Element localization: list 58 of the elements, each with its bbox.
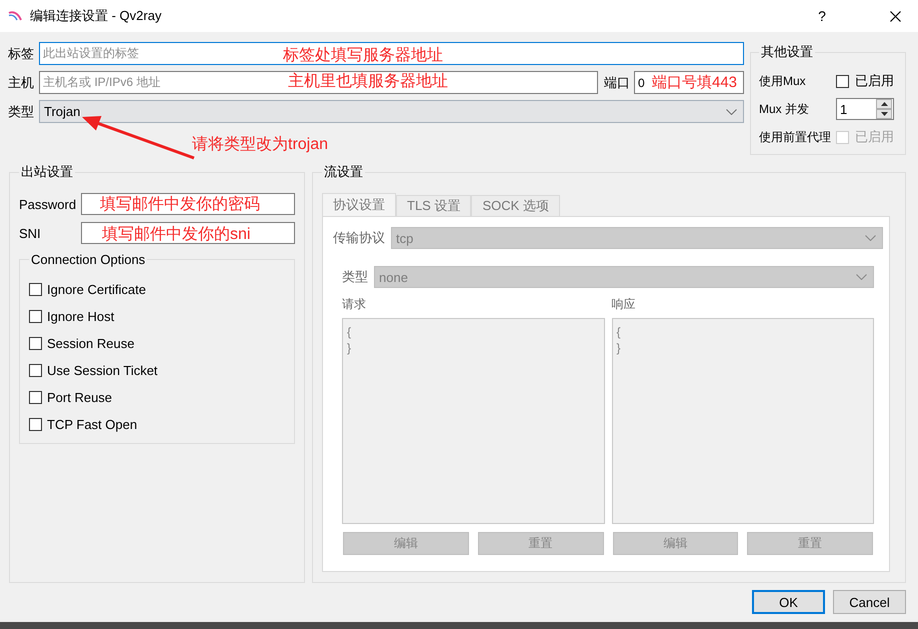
field-label: SNI	[19, 226, 42, 240]
spin-up-button[interactable]	[876, 99, 892, 109]
host-field[interactable]: 主机名或 IP/IPv6 地址 主机里也填服务器地址	[39, 71, 598, 94]
editor-label: 请求	[342, 296, 367, 312]
annotation-text: 请将类型改为trojan	[192, 136, 328, 154]
spin-down-button[interactable]	[876, 109, 892, 119]
checkbox[interactable]	[29, 337, 42, 350]
caret-up-icon	[880, 102, 888, 106]
option-label: Ignore Certificate	[47, 282, 146, 297]
checkbox[interactable]	[29, 283, 42, 296]
mux-concurrency-spinbox[interactable]: 1	[836, 98, 894, 120]
group-title: 其他设置	[760, 43, 814, 61]
checkbox[interactable]	[29, 310, 42, 323]
option-label: 已启用	[855, 72, 894, 90]
help-button[interactable]: ?	[799, 0, 845, 32]
field-label: Password	[19, 196, 78, 212]
transport-label: 传输协议	[333, 229, 385, 247]
option-label: TCP Fast Open	[47, 417, 138, 432]
window-title: 编辑连接设置 - Qv2ray	[30, 7, 162, 25]
option-label: 已启用	[855, 128, 894, 146]
group-title: Connection Options	[30, 252, 146, 267]
tag-label: 标签	[8, 44, 35, 62]
caret-down-icon	[880, 112, 888, 116]
chevron-down-icon	[865, 235, 876, 241]
cancel-button[interactable]: Cancel	[833, 590, 906, 614]
port-field[interactable]: 0 端口号填443	[634, 71, 744, 94]
type-combobox[interactable]: Trojan	[39, 100, 744, 123]
option-label: Use Session Ticket	[47, 363, 158, 378]
editor-label: 响应	[612, 296, 636, 312]
sni-field[interactable]: 填写邮件中发你的sni	[81, 222, 295, 244]
ok-button[interactable]: OK	[752, 590, 825, 614]
close-icon	[890, 10, 900, 22]
checkbox[interactable]	[29, 391, 42, 404]
annotation-text: 填写邮件中发你的sni	[102, 226, 250, 244]
chevron-down-icon	[856, 274, 867, 280]
annotation-text: 端口号填443	[652, 74, 738, 92]
option-label: Session Reuse	[47, 336, 134, 351]
chevron-down-icon	[726, 108, 737, 114]
password-field[interactable]: 填写邮件中发你的密码	[81, 193, 295, 215]
annotation-text: 主机里也填服务器地址	[288, 73, 448, 91]
checkbox[interactable]	[29, 418, 42, 431]
setting-label: 使用前置代理	[759, 128, 832, 146]
header-type-label: 类型	[342, 268, 368, 286]
setting-label: Mux 并发	[759, 100, 810, 118]
annotation-text: 标签处填写服务器地址	[283, 47, 443, 65]
swoosh-logo-icon	[8, 11, 22, 21]
port-label: 端口	[604, 74, 631, 92]
option-label: Port Reuse	[47, 390, 112, 405]
tag-field[interactable]: 此出站设置的标签 标签处填写服务器地址	[39, 42, 744, 65]
host-label: 主机	[8, 74, 35, 92]
checkbox[interactable]	[29, 364, 42, 377]
group-title: 出站设置	[20, 163, 74, 181]
type-label: 类型	[8, 102, 35, 120]
group-title: 流设置	[323, 163, 364, 181]
option-label: Ignore Host	[47, 309, 114, 324]
checkbox[interactable]	[836, 74, 849, 88]
annotation-text: 填写邮件中发你的密码	[100, 196, 260, 214]
setting-label: 使用Mux	[759, 72, 807, 90]
